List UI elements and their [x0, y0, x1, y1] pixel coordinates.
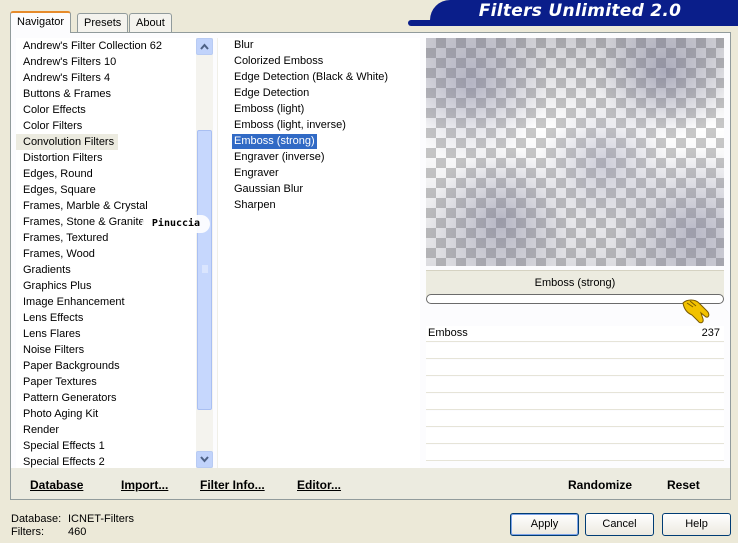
parameter-row-empty: [426, 343, 724, 359]
filter-list[interactable]: Blur Colorized Emboss Edge Detection (Blac…: [217, 38, 420, 468]
filters-count-label: Filters:: [11, 526, 44, 538]
database-label: Database:: [11, 513, 62, 525]
help-button[interactable]: Help: [662, 513, 731, 536]
category-item[interactable]: Andrew's Filters 4: [16, 70, 114, 86]
filter-info-button[interactable]: Filter Info...: [200, 478, 265, 492]
randomize-button[interactable]: Randomize: [568, 478, 632, 492]
filter-name-label: Emboss (strong): [534, 277, 616, 289]
filter-item[interactable]: Edge Detection (Black & White): [232, 70, 390, 85]
database-button[interactable]: Database: [30, 478, 83, 492]
category-item[interactable]: Gradients: [16, 262, 75, 278]
tab-navigator[interactable]: Navigator: [10, 11, 72, 33]
grip-icon: [202, 265, 208, 273]
category-item[interactable]: Frames, Wood: [16, 246, 99, 262]
category-item[interactable]: Noise Filters: [16, 342, 88, 358]
category-item[interactable]: Paper Textures: [16, 374, 101, 390]
category-item[interactable]: Frames, Marble & Crystal: [16, 198, 152, 214]
tab-about[interactable]: About: [129, 13, 172, 32]
scroll-up-button[interactable]: [196, 38, 213, 55]
filters-count-value: 460: [68, 526, 87, 538]
category-item[interactable]: Andrew's Filter Collection 62: [16, 38, 166, 54]
parameter-row-empty: [426, 411, 724, 427]
category-item[interactable]: Render: [16, 422, 63, 438]
filter-item[interactable]: Engraver (inverse): [232, 150, 326, 165]
category-item[interactable]: Frames, Textured: [16, 230, 112, 246]
scroll-down-button[interactable]: [196, 451, 213, 468]
category-item[interactable]: Lens Effects: [16, 310, 87, 326]
title-banner: Filters Unlimited 2.0: [430, 0, 738, 22]
category-item[interactable]: Edges, Square: [16, 182, 100, 198]
watermark-label: Pinuccia: [142, 215, 210, 233]
filter-name-header: Emboss (strong): [426, 270, 724, 297]
preview-texture: [426, 38, 724, 266]
scroll-thumb[interactable]: [197, 130, 212, 410]
category-scrollbar[interactable]: [196, 38, 213, 468]
app-title: Filters Unlimited 2.0: [478, 1, 682, 21]
filter-item[interactable]: Emboss (strong): [232, 134, 317, 149]
category-item[interactable]: Special Effects 2: [16, 454, 109, 468]
apply-button[interactable]: Apply: [510, 513, 579, 536]
preview-image: [426, 38, 724, 266]
parameter-row-emboss[interactable]: Emboss 237: [426, 326, 724, 342]
database-value: ICNET-Filters: [68, 513, 134, 525]
filter-item[interactable]: Edge Detection: [232, 86, 311, 101]
filter-item[interactable]: Colorized Emboss: [232, 54, 325, 69]
category-item[interactable]: Frames, Stone & Granite: [16, 214, 149, 230]
parameter-row-empty: [426, 377, 724, 393]
parameter-list: Emboss 237: [426, 326, 724, 466]
scroll-up-icon: [200, 43, 209, 50]
filter-item[interactable]: Emboss (light, inverse): [232, 118, 348, 133]
category-item[interactable]: Buttons & Frames: [16, 86, 115, 102]
category-item[interactable]: Convolution Filters: [16, 134, 119, 150]
parameter-row-empty: [426, 445, 724, 461]
editor-button[interactable]: Editor...: [297, 478, 341, 492]
category-item[interactable]: Color Effects: [16, 102, 90, 118]
import-button[interactable]: Import...: [121, 478, 168, 492]
category-item[interactable]: Andrew's Filters 10: [16, 54, 120, 70]
category-item[interactable]: Image Enhancement: [16, 294, 129, 310]
filter-item[interactable]: Blur: [232, 38, 256, 53]
category-item[interactable]: Pattern Generators: [16, 390, 121, 406]
category-item[interactable]: Distortion Filters: [16, 150, 106, 166]
category-item[interactable]: Edges, Round: [16, 166, 97, 182]
filter-item[interactable]: Engraver: [232, 166, 281, 181]
category-item[interactable]: Color Filters: [16, 118, 86, 134]
category-item[interactable]: Graphics Plus: [16, 278, 95, 294]
parameter-row-empty: [426, 428, 724, 444]
scroll-down-icon: [200, 456, 209, 463]
parameter-row-empty: [426, 360, 724, 376]
parameter-label: Emboss: [428, 327, 468, 339]
category-list[interactable]: Andrew's Filter Collection 62 Andrew's Fi…: [16, 38, 196, 468]
tab-presets[interactable]: Presets: [77, 13, 129, 32]
reset-button[interactable]: Reset: [667, 478, 700, 492]
filter-item[interactable]: Emboss (light): [232, 102, 306, 117]
category-item[interactable]: Photo Aging Kit: [16, 406, 102, 422]
filter-item[interactable]: Sharpen: [232, 198, 278, 213]
category-item[interactable]: Paper Backgrounds: [16, 358, 124, 374]
parameter-row-empty: [426, 394, 724, 410]
cancel-button[interactable]: Cancel: [585, 513, 654, 536]
pointing-hand-icon[interactable]: [679, 297, 713, 327]
parameter-value: 237: [701, 327, 720, 339]
filter-item[interactable]: Gaussian Blur: [232, 182, 305, 197]
category-item[interactable]: Lens Flares: [16, 326, 84, 342]
category-item[interactable]: Special Effects 1: [16, 438, 109, 454]
